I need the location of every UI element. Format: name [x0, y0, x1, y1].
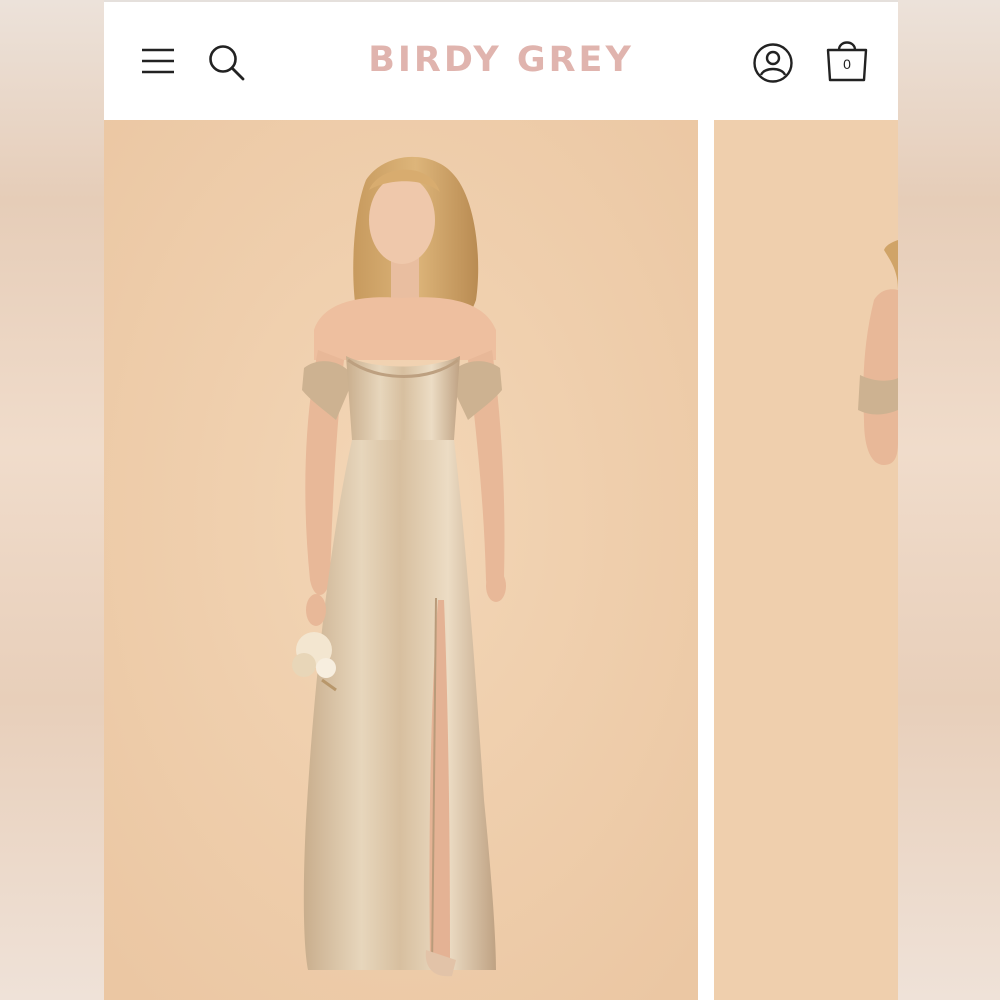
product-image-gallery[interactable]	[104, 120, 898, 1000]
bag-count-badge: 0	[843, 56, 851, 72]
product-photo-front[interactable]	[104, 120, 698, 1000]
shopping-bag-icon[interactable]: 0	[824, 36, 870, 84]
user-account-icon[interactable]	[752, 42, 794, 84]
mobile-screen: BIRDY GREY 0	[104, 0, 898, 1000]
product-photo-back-preview[interactable]	[714, 120, 898, 1000]
site-header: BIRDY GREY 0	[104, 0, 898, 120]
background-blur-left	[0, 0, 104, 1000]
background-blur-right	[898, 0, 1000, 1000]
